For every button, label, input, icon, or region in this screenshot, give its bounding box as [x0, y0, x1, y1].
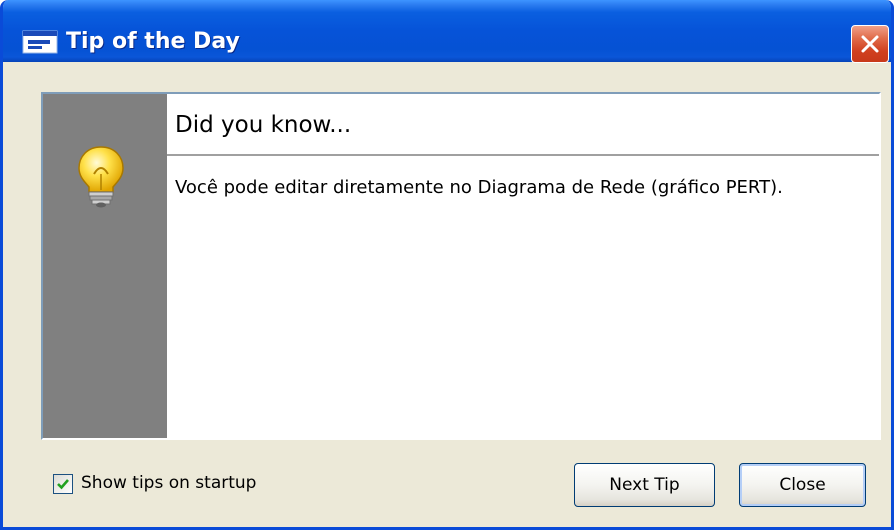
window-icon — [22, 30, 58, 54]
close-button[interactable]: Close — [739, 463, 866, 507]
window-title: Tip of the Day — [66, 29, 240, 54]
show-tips-checkbox[interactable] — [53, 474, 73, 494]
tip-heading: Did you know... — [175, 112, 352, 138]
title-bar[interactable]: Tip of the Day — [3, 0, 891, 63]
tip-heading-bar: Did you know... — [167, 94, 879, 156]
tip-sidebar — [43, 94, 167, 438]
checkmark-icon — [57, 479, 69, 490]
close-icon — [861, 35, 879, 53]
tip-of-the-day-dialog: Tip of the Day Did you know... Você pode… — [0, 0, 894, 530]
lightbulb-icon — [78, 146, 124, 208]
tip-panel: Did you know... Você pode editar diretam… — [41, 92, 881, 440]
close-window-button[interactable] — [851, 25, 889, 63]
next-tip-button[interactable]: Next Tip — [574, 463, 715, 507]
tip-text: Você pode editar diretamente no Diagrama… — [175, 177, 783, 198]
show-tips-label[interactable]: Show tips on startup — [81, 473, 256, 493]
